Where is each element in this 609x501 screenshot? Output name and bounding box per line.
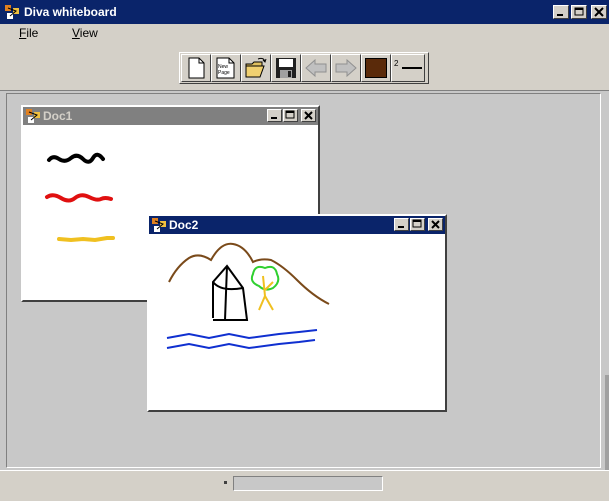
app-title-bar[interactable]: Diva whiteboard: [0, 0, 609, 24]
current-color-swatch: [365, 58, 387, 78]
black-stroke: [47, 152, 105, 164]
minimize-icon: [557, 14, 563, 16]
app-title: Diva whiteboard: [24, 5, 117, 19]
close-icon: [594, 7, 604, 17]
house-stroke: [212, 264, 249, 321]
stroke-width-value: 2: [394, 59, 399, 68]
minimize-icon: [271, 117, 277, 119]
status-bar: [0, 470, 609, 501]
doc1-title-bar[interactable]: Doc1: [23, 107, 318, 125]
doc2-drawing: [166, 242, 330, 350]
doc2-title: Doc2: [169, 218, 199, 232]
doc1-window-controls: [267, 109, 316, 122]
window-controls: [553, 5, 607, 19]
doc2-maximize-button[interactable]: [410, 218, 425, 231]
minimize-icon: [398, 226, 404, 228]
new-document-button[interactable]: [181, 54, 211, 82]
new-page-button[interactable]: New Page: [211, 54, 241, 82]
status-indicator-icon: [224, 481, 227, 484]
doc1-maximize-button[interactable]: [283, 109, 298, 122]
toolbar: New Page 2: [179, 52, 429, 84]
stroke-line-icon: [402, 67, 422, 69]
close-icon: [431, 220, 440, 229]
close-button[interactable]: [591, 5, 607, 19]
menu-view[interactable]: View: [72, 26, 98, 40]
floppy-disk-icon: [276, 58, 296, 78]
minimize-button[interactable]: [553, 5, 569, 19]
maximize-button[interactable]: [571, 5, 587, 19]
arrow-left-icon: [305, 58, 327, 78]
menu-file-label: ile: [26, 26, 39, 40]
stroke-width-button[interactable]: 2: [391, 54, 425, 82]
menu-view-label: iew: [79, 26, 98, 40]
scrollbar-edge[interactable]: [605, 375, 609, 470]
menu-file[interactable]: File: [19, 26, 38, 40]
doc2-window-controls: [394, 218, 443, 231]
maximize-icon: [285, 110, 295, 119]
yellow-stroke: [57, 236, 115, 243]
menu-view-mnemonic: V: [72, 26, 80, 40]
open-button[interactable]: [241, 54, 271, 82]
doc2-canvas[interactable]: [149, 234, 445, 410]
mountains-stroke: [168, 242, 330, 305]
forward-button[interactable]: [331, 54, 361, 82]
tree-trunk-stroke: [258, 275, 274, 311]
menu-bar: File View: [0, 24, 609, 44]
maximize-icon: [412, 219, 422, 228]
new-page-icon: New Page: [216, 57, 235, 79]
status-field: [233, 476, 383, 491]
save-button[interactable]: [271, 54, 301, 82]
doc2-title-bar[interactable]: Doc2: [149, 216, 445, 234]
arrow-right-icon: [335, 58, 357, 78]
blank-page-icon: [188, 57, 205, 79]
tree-crown-stroke: [250, 265, 280, 291]
river-stroke: [166, 329, 318, 350]
doc1-close-button[interactable]: [301, 109, 316, 122]
close-icon: [304, 111, 313, 120]
svg-text:Page: Page: [218, 70, 230, 76]
doc1-title: Doc1: [43, 109, 73, 123]
doc2-window[interactable]: Doc2: [147, 214, 447, 412]
doc1-minimize-button[interactable]: [267, 109, 282, 122]
open-folder-icon: [245, 57, 267, 78]
back-button[interactable]: [301, 54, 331, 82]
maximize-icon: [574, 7, 584, 16]
toolbar-area: New Page 2: [0, 44, 609, 91]
red-stroke: [45, 193, 113, 203]
color-picker-button[interactable]: [361, 54, 391, 82]
mdi-desktop: Doc1 Doc2: [6, 93, 601, 468]
diva-app-icon: [4, 4, 20, 20]
doc2-minimize-button[interactable]: [394, 218, 409, 231]
doc2-close-button[interactable]: [428, 218, 443, 231]
